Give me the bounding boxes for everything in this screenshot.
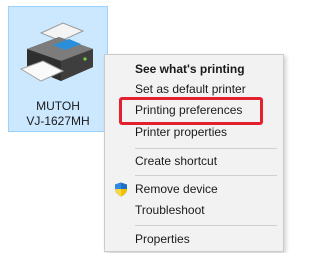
menu-item-set-default-printer[interactable]: Set as default printer <box>105 79 283 99</box>
printer-device-tile[interactable]: MUTOH VJ-1627MH <box>8 6 108 132</box>
menu-item-printing-preferences[interactable]: Printing preferences <box>105 100 283 120</box>
menu-item-create-shortcut[interactable]: Create shortcut <box>105 151 283 171</box>
shield-icon <box>115 182 127 197</box>
menu-item-troubleshoot[interactable]: Troubleshoot <box>105 200 283 220</box>
menu-separator <box>135 225 277 226</box>
menu-item-remove-device[interactable]: Remove device <box>105 179 283 199</box>
menu-separator <box>135 148 277 149</box>
menu-item-remove-device-label: Remove device <box>135 182 218 196</box>
printer-icon <box>19 22 93 82</box>
device-name-line1: MUTOH <box>36 99 80 113</box>
menu-item-properties[interactable]: Properties <box>105 229 283 249</box>
device-name-label: MUTOH VJ-1627MH <box>9 99 107 129</box>
device-name-line2: VJ-1627MH <box>26 114 90 128</box>
menu-item-printer-properties[interactable]: Printer properties <box>105 122 283 142</box>
menu-item-see-whats-printing[interactable]: See what's printing <box>105 59 283 79</box>
desktop-area: MUTOH VJ-1627MH See what's printing Set … <box>0 0 310 253</box>
menu-separator <box>135 175 277 176</box>
context-menu: See what's printing Set as default print… <box>104 54 284 252</box>
